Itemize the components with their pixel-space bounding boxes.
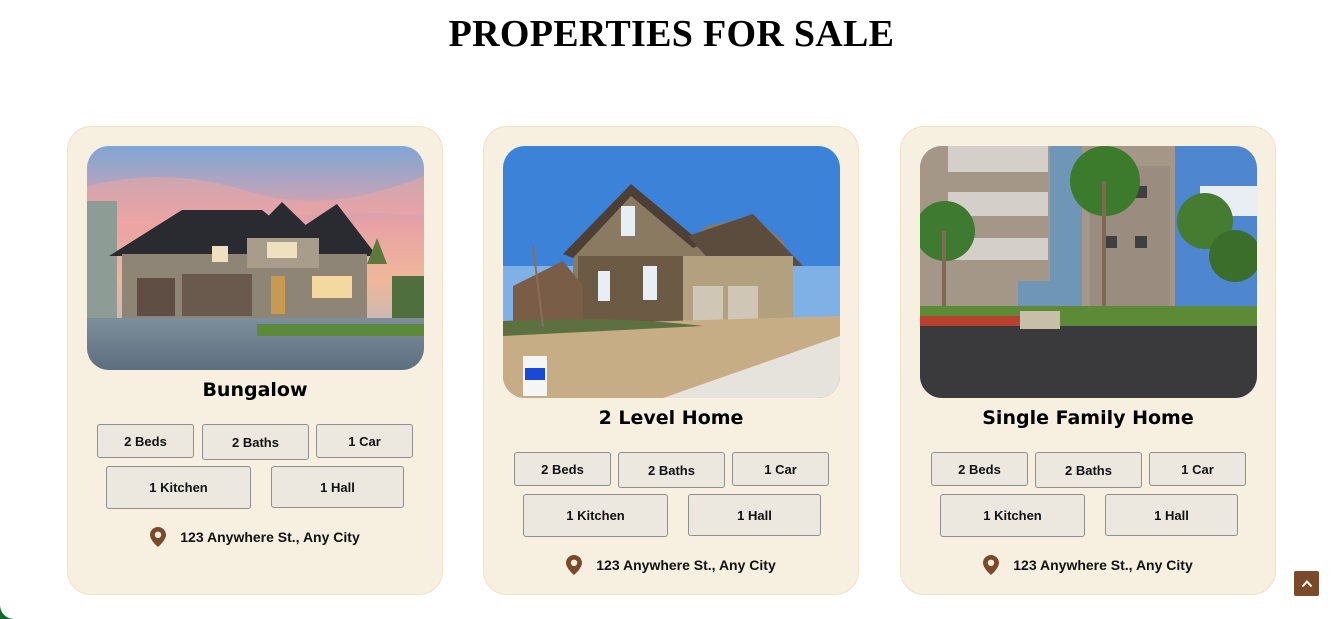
baths-chip[interactable]: 2 Baths: [1035, 452, 1142, 488]
kitchen-chip[interactable]: 1 Kitchen: [523, 494, 668, 537]
property-photo[interactable]: [87, 146, 424, 370]
address-text: 123 Anywhere St., Any City: [180, 529, 360, 545]
property-name: Bungalow: [202, 379, 308, 401]
scroll-to-top-button[interactable]: [1294, 571, 1319, 596]
beds-chip[interactable]: 2 Beds: [931, 452, 1028, 486]
property-address: 123 Anywhere St., Any City: [484, 555, 858, 575]
hall-chip[interactable]: 1 Hall: [1105, 494, 1238, 536]
page-title: PROPERTIES FOR SALE: [448, 13, 895, 55]
car-chip[interactable]: 1 Car: [1149, 452, 1246, 486]
kitchen-chip[interactable]: 1 Kitchen: [106, 466, 251, 509]
property-card[interactable]: 2 Level Home 2 Beds 2 Baths 1 Car 1 Kitc…: [483, 126, 859, 595]
beds-chip[interactable]: 2 Beds: [514, 452, 611, 486]
location-pin-icon: [566, 555, 583, 575]
address-text: 123 Anywhere St., Any City: [1013, 557, 1193, 573]
property-address: 123 Anywhere St., Any City: [901, 555, 1275, 575]
property-photo[interactable]: [920, 146, 1257, 398]
location-pin-icon: [150, 527, 167, 547]
address-text: 123 Anywhere St., Any City: [596, 557, 776, 573]
hall-chip[interactable]: 1 Hall: [271, 466, 404, 508]
property-address: 123 Anywhere St., Any City: [68, 527, 442, 547]
property-photo[interactable]: [503, 146, 840, 398]
baths-chip[interactable]: 2 Baths: [202, 424, 309, 460]
property-name: Single Family Home: [982, 407, 1194, 429]
location-pin-icon: [983, 555, 1000, 575]
kitchen-chip[interactable]: 1 Kitchen: [940, 494, 1085, 537]
hall-chip[interactable]: 1 Hall: [688, 494, 821, 536]
property-card[interactable]: Bungalow 2 Beds 2 Baths 1 Car 1 Kitchen …: [67, 126, 443, 595]
car-chip[interactable]: 1 Car: [732, 452, 829, 486]
beds-chip[interactable]: 2 Beds: [97, 424, 194, 458]
property-card[interactable]: Single Family Home 2 Beds 2 Baths 1 Car …: [900, 126, 1276, 595]
car-chip[interactable]: 1 Car: [316, 424, 413, 458]
property-name: 2 Level Home: [598, 407, 744, 429]
baths-chip[interactable]: 2 Baths: [618, 452, 725, 488]
chevron-up-icon: [1301, 578, 1313, 590]
page: PROPERTIES FOR SALE Bungalow 2 Beds 2 Ba…: [0, 0, 1343, 619]
